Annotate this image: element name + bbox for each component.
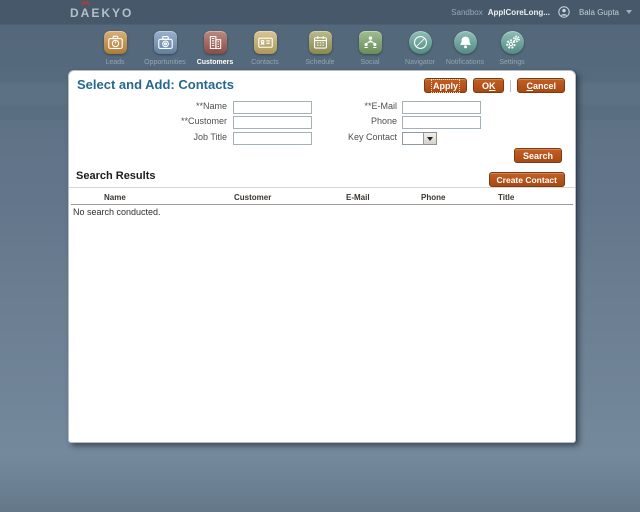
customer-label: **Customer (180, 116, 227, 126)
column-header-title[interactable]: Title (498, 193, 514, 202)
phone-label: Phone (370, 116, 397, 126)
nav-item-schedule[interactable]: Schedule (292, 31, 348, 67)
nav-label: Contacts (251, 59, 279, 66)
apply-button[interactable]: Apply (423, 78, 467, 93)
key-contact-label: Key Contact (347, 132, 397, 142)
nav-item-contacts[interactable]: Contacts (237, 31, 293, 67)
dropdown-arrow-icon (427, 136, 433, 141)
button-separator (510, 79, 512, 92)
org-people-icon (358, 31, 382, 54)
nav-label: Customers (196, 59, 234, 66)
sandbox-name[interactable]: ApplCoreLong... (488, 8, 550, 17)
dialog-title: Select and Add: Contacts (77, 77, 234, 92)
empty-results-message: No search conducted. (73, 207, 161, 217)
nav-item-opportunities[interactable]: Opportunities (137, 31, 193, 67)
nav-item-leads[interactable]: Leads (87, 31, 143, 67)
chevron-down-icon[interactable] (626, 10, 632, 14)
name-label: **Name (195, 101, 227, 111)
column-header-name[interactable]: Name (104, 193, 126, 202)
sandbox-label: Sandbox (451, 7, 483, 17)
top-bar: DAEKYO Sandbox ApplCoreLong... Bala Gupt… (0, 0, 640, 24)
camera-icon (153, 31, 177, 54)
customer-input[interactable] (233, 116, 312, 129)
job-title-label: Job Title (193, 132, 227, 142)
nav-item-social[interactable]: Social (342, 31, 398, 67)
nav-item-settings[interactable]: Settings (484, 31, 540, 67)
create-contact-button[interactable]: Create Contact (488, 172, 565, 187)
user-menu[interactable]: Bala Gupta (579, 8, 619, 17)
nav-label: Opportunities (144, 59, 186, 66)
email-label: **E-Mail (364, 101, 397, 111)
job-title-input[interactable] (233, 132, 312, 145)
company-logo: DAEKYO (70, 6, 134, 20)
ok-button[interactable]: OK (472, 78, 505, 93)
search-results-heading: Search Results (76, 170, 156, 182)
email-input[interactable] (402, 101, 481, 114)
table-divider (71, 204, 573, 205)
gears-icon (500, 31, 524, 54)
select-add-contacts-dialog: Select and Add: Contacts Apply OK Cancel… (68, 70, 576, 443)
nav-label: Social (360, 59, 380, 66)
briefcase-icon (103, 31, 127, 54)
nav-label: Settings (499, 59, 525, 66)
key-contact-select[interactable] (402, 132, 437, 145)
building-icon (203, 31, 227, 54)
key-contact-value (402, 132, 424, 145)
search-button[interactable]: Search (513, 148, 562, 163)
dropdown-button[interactable] (424, 132, 437, 145)
column-header-phone[interactable]: Phone (421, 193, 445, 202)
id-card-icon (253, 31, 277, 54)
phone-input[interactable] (402, 116, 481, 129)
column-header-customer[interactable]: Customer (234, 193, 271, 202)
results-table-header: Name Customer E-Mail Phone Title (69, 187, 575, 205)
nav-item-customers[interactable]: Customers (187, 31, 243, 67)
calendar-icon (308, 31, 332, 54)
compass-icon (408, 31, 432, 54)
cancel-button[interactable]: Cancel (517, 78, 565, 93)
name-input[interactable] (233, 101, 312, 114)
nav-label: Schedule (305, 59, 335, 66)
user-avatar-icon[interactable] (558, 6, 570, 18)
nav-label: Leads (105, 59, 125, 66)
column-header-email[interactable]: E-Mail (346, 193, 370, 202)
bell-icon (453, 31, 477, 54)
